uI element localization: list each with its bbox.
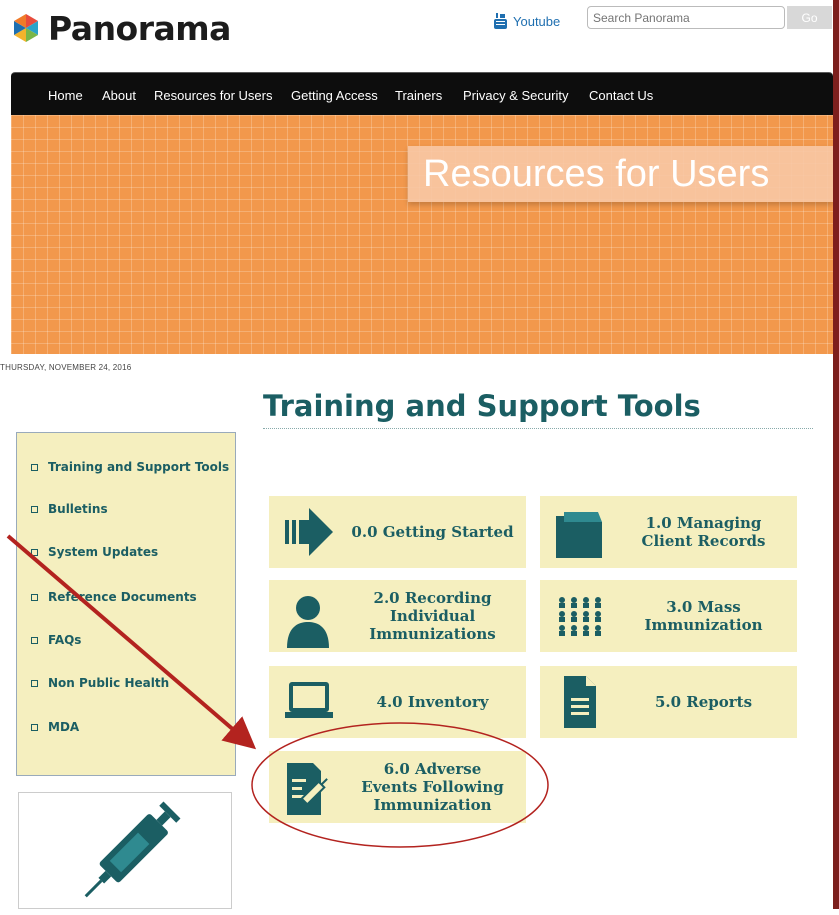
sidebar-item-label: System Updates <box>48 545 159 559</box>
youtube-label: Youtube <box>513 13 561 29</box>
sidebar-item-non-public-health[interactable]: Non Public Health <box>31 676 169 690</box>
sidebar-item-mda[interactable]: MDA <box>31 720 79 734</box>
nav-item-about[interactable]: About <box>102 88 136 103</box>
date-stamp: THURSDAY, NOVEMBER 24, 2016 <box>0 363 132 372</box>
bullet-icon <box>31 548 38 556</box>
sidebar-item-label: Bulletins <box>48 502 108 516</box>
sidebar-item-reference-documents[interactable]: Reference Documents <box>31 590 197 604</box>
syringe-icon <box>84 801 181 898</box>
nav-item-home[interactable]: Home <box>48 88 83 103</box>
syringe-promo-card[interactable] <box>18 792 232 909</box>
tile-label: 5.0 Reports <box>654 693 753 711</box>
tile-adverse-events-following-immunization[interactable]: 6.0 Adverse Events Following Immunization <box>269 751 526 823</box>
sidebar-item-label: Non Public Health <box>48 676 170 690</box>
bullet-icon <box>31 505 38 513</box>
site-logo[interactable]: Panorama <box>10 8 231 48</box>
search-go-button[interactable]: Go <box>787 6 832 29</box>
sidebar-item-training-and-support-tools[interactable]: Training and Support Tools <box>31 460 229 474</box>
page-edge-bar <box>833 0 839 909</box>
nav-item-getting-access[interactable]: Getting Access <box>291 88 378 103</box>
folder-icon <box>556 512 602 558</box>
tile-mass-immunization[interactable]: 3.0 Mass Immunization <box>540 580 797 652</box>
bullet-icon <box>31 723 38 731</box>
bullet-icon <box>31 593 38 601</box>
tile-reports[interactable]: 5.0 Reports <box>540 666 797 738</box>
tile-managing-client-records[interactable]: 1.0 Managing Client Records <box>540 496 797 568</box>
sidebar-item-label: Training and Support Tools <box>48 460 230 474</box>
tile-label: 3.0 Mass Immunization <box>644 598 763 634</box>
sidebar-item-label: FAQs <box>48 633 82 647</box>
youtube-icon <box>494 13 507 29</box>
banner-title: Resources for Users <box>408 146 833 202</box>
tile-label: 1.0 Managing Client Records <box>641 514 766 550</box>
search-input[interactable] <box>587 6 785 29</box>
laptop-icon <box>285 682 333 718</box>
sidebar-item-label: Reference Documents <box>48 590 197 604</box>
sidebar-item-bulletins[interactable]: Bulletins <box>31 502 108 516</box>
site-name: Panorama <box>48 8 231 48</box>
sidebar-item-label: MDA <box>48 720 80 734</box>
person-icon <box>287 596 329 648</box>
tile-label: 0.0 Getting Started <box>351 523 514 541</box>
arrow-right-icon <box>285 508 333 556</box>
youtube-link[interactable]: Youtube <box>493 12 560 30</box>
nav-item-contact-us[interactable]: Contact Us <box>589 88 653 103</box>
sidebar-item-faqs[interactable]: FAQs <box>31 633 81 647</box>
title-divider <box>263 428 813 429</box>
tile-label: 2.0 Recording Individual Immunizations <box>369 589 496 643</box>
sidebar-item-system-updates[interactable]: System Updates <box>31 545 158 559</box>
page-title: Training and Support Tools <box>263 389 701 423</box>
syringe-form-icon <box>287 763 328 815</box>
tile-label: 4.0 Inventory <box>376 693 489 711</box>
tile-recording-individual-immunizations[interactable]: 2.0 Recording Individual Immunizations <box>269 580 526 652</box>
nav-item-resources-for-users[interactable]: Resources for Users <box>154 88 272 103</box>
sidebar: Training and Support Tools Bulletins Sys… <box>16 432 236 776</box>
tile-label: 6.0 Adverse Events Following Immunization <box>361 760 504 814</box>
bullet-icon <box>31 463 38 471</box>
group-icon <box>559 597 601 636</box>
document-icon <box>564 676 596 728</box>
panorama-logo-icon <box>14 14 38 42</box>
tile-getting-started[interactable]: 0.0 Getting Started <box>269 496 526 568</box>
nav-item-trainers[interactable]: Trainers <box>395 88 442 103</box>
main-nav: Home About Resources for Users Getting A… <box>11 72 833 116</box>
bullet-icon <box>31 636 38 644</box>
nav-item-privacy-security[interactable]: Privacy & Security <box>463 88 568 103</box>
tile-inventory[interactable]: 4.0 Inventory <box>269 666 526 738</box>
bullet-icon <box>31 679 38 687</box>
